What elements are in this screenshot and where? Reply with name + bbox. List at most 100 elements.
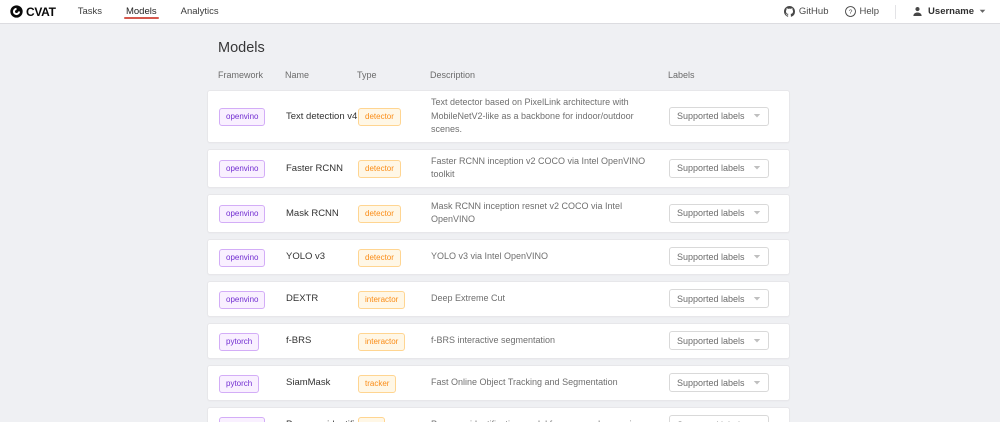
model-row: openvino DEXTR interactor Deep Extreme C… [207, 281, 790, 317]
type-tag: detector [358, 108, 401, 126]
model-row: pytorch f-BRS interactor f-BRS interacti… [207, 323, 790, 359]
select-chevron-down-icon [753, 338, 761, 344]
cvat-logo[interactable]: CVAT [10, 5, 56, 19]
type-cell: detector [358, 106, 431, 126]
supported-labels-select[interactable]: Supported labels [669, 107, 769, 126]
help-icon: ? [845, 6, 856, 17]
cvat-logo-icon [10, 5, 23, 18]
framework-tag: pytorch [219, 333, 259, 351]
model-description: Text detector based on PixelLink archite… [431, 96, 669, 137]
type-cell: detector [358, 203, 431, 223]
column-header-description: Description [430, 70, 668, 80]
model-name: DEXTR [286, 293, 358, 304]
type-tag: detector [358, 160, 401, 178]
model-description: Person reidentification model for a gene… [431, 418, 669, 422]
github-link[interactable]: GitHub [784, 6, 829, 17]
nav-divider [895, 5, 896, 19]
framework-cell: openvino [219, 289, 286, 309]
supported-labels-placeholder: Supported labels [677, 378, 745, 388]
type-cell: detector [358, 158, 431, 178]
labels-cell: Supported labels [669, 289, 789, 308]
type-cell: detector [358, 247, 431, 267]
supported-labels-select[interactable]: Supported labels [669, 159, 769, 178]
framework-tag: openvino [219, 249, 265, 267]
model-description: Faster RCNN inception v2 COCO via Intel … [431, 155, 669, 182]
main-nav: Tasks Models Analytics [78, 0, 219, 23]
user-icon [912, 6, 923, 17]
model-description: Mask RCNN inception resnet v2 COCO via I… [431, 200, 669, 227]
model-row: openvino Person reidentificati... reid P… [207, 407, 790, 422]
chevron-down-icon [979, 9, 986, 14]
column-header-name: Name [285, 70, 357, 80]
username-label: Username [928, 6, 974, 17]
labels-cell: Supported labels [669, 247, 789, 266]
type-cell: interactor [358, 289, 431, 309]
supported-labels-select[interactable]: Supported labels [669, 331, 769, 350]
framework-cell: pytorch [219, 331, 286, 351]
labels-cell: Supported labels [669, 159, 789, 178]
svg-text:?: ? [848, 9, 852, 16]
supported-labels-placeholder: Supported labels [677, 208, 745, 218]
select-chevron-down-icon [753, 165, 761, 171]
table-header: Framework Name Type Description Labels [207, 70, 790, 90]
model-name: Mask RCNN [286, 208, 358, 219]
supported-labels-placeholder: Supported labels [677, 294, 745, 304]
supported-labels-placeholder: Supported labels [677, 252, 745, 262]
framework-tag: openvino [219, 108, 265, 126]
model-row: openvino Mask RCNN detector Mask RCNN in… [207, 194, 790, 233]
supported-labels-select[interactable]: Supported labels [669, 204, 769, 223]
help-label: Help [860, 6, 880, 17]
framework-tag: openvino [219, 205, 265, 223]
type-cell: tracker [358, 373, 431, 393]
select-chevron-down-icon [753, 380, 761, 386]
model-name: Text detection v4 [286, 111, 358, 122]
help-link[interactable]: ? Help [845, 6, 880, 17]
nav-tab-tasks[interactable]: Tasks [78, 0, 102, 23]
supported-labels-select[interactable]: Supported labels [669, 289, 769, 308]
framework-cell: openvino [219, 158, 286, 178]
model-row: pytorch SiamMask tracker Fast Online Obj… [207, 365, 790, 401]
select-chevron-down-icon [753, 210, 761, 216]
supported-labels-placeholder: Supported labels [677, 111, 745, 121]
framework-cell: openvino [219, 415, 286, 422]
framework-tag: pytorch [219, 375, 259, 393]
top-navbar: CVAT Tasks Models Analytics GitHub ? Help … [0, 0, 1000, 24]
type-tag: detector [358, 205, 401, 223]
model-row: openvino Text detection v4 detector Text… [207, 90, 790, 143]
framework-tag: openvino [219, 291, 265, 309]
labels-cell: Supported labels [669, 331, 789, 350]
model-description: YOLO v3 via Intel OpenVINO [431, 250, 669, 264]
model-name: YOLO v3 [286, 251, 358, 262]
user-menu[interactable]: Username [912, 6, 990, 17]
model-row: openvino YOLO v3 detector YOLO v3 via In… [207, 239, 790, 275]
type-tag: reid [358, 417, 385, 422]
model-description: f-BRS interactive segmentation [431, 334, 669, 348]
supported-labels-select[interactable]: Supported labels [669, 247, 769, 266]
github-icon [784, 6, 795, 17]
select-chevron-down-icon [753, 254, 761, 260]
models-list: openvino Text detection v4 detector Text… [207, 90, 790, 422]
select-chevron-down-icon [753, 113, 761, 119]
column-header-labels: Labels [668, 70, 790, 80]
framework-cell: pytorch [219, 373, 286, 393]
main-content: Models Framework Name Type Description L… [0, 24, 1000, 422]
type-tag: interactor [358, 291, 405, 309]
model-description: Fast Online Object Tracking and Segmenta… [431, 376, 669, 390]
labels-cell: Supported labels [669, 373, 789, 392]
select-chevron-down-icon [753, 296, 761, 302]
supported-labels-placeholder: Supported labels [677, 336, 745, 346]
type-tag: tracker [358, 375, 396, 393]
type-cell: reid [358, 415, 431, 422]
column-header-framework: Framework [218, 70, 285, 80]
nav-right: GitHub ? Help Username [784, 5, 990, 19]
nav-tab-models[interactable]: Models [126, 0, 157, 23]
framework-tag: openvino [219, 417, 265, 422]
github-label: GitHub [799, 6, 829, 17]
page-title: Models [207, 40, 790, 56]
supported-labels-select[interactable]: Supported labels [669, 373, 769, 392]
labels-cell: Supported labels [669, 415, 789, 422]
framework-cell: openvino [219, 203, 286, 223]
nav-tab-analytics[interactable]: Analytics [181, 0, 219, 23]
labels-cell: Supported labels [669, 204, 789, 223]
supported-labels-select[interactable]: Supported labels [669, 415, 769, 422]
